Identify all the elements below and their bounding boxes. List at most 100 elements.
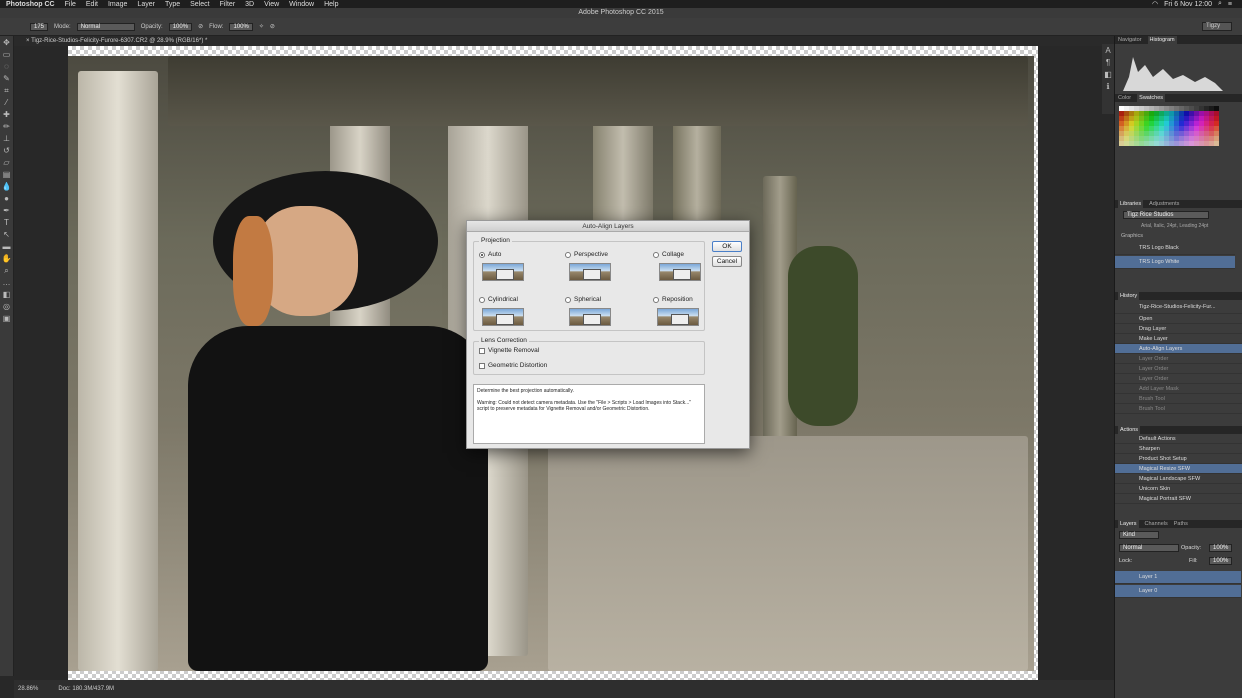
character-panel-icon[interactable]: A [1103, 46, 1113, 56]
checkbox-box[interactable] [479, 362, 485, 369]
zoom-level[interactable]: 28.86% [18, 680, 38, 698]
tab-color[interactable]: Color [1118, 94, 1131, 102]
history-state-item[interactable]: Layer Order [1115, 364, 1242, 374]
crop-tool-icon[interactable]: ⌗ [2, 86, 12, 96]
pressure-size-icon[interactable]: ⊘ [270, 23, 275, 30]
history-state-item[interactable]: Add Layer Mask [1115, 384, 1242, 394]
geometric-distortion-checkbox[interactable]: Geometric Distortion [479, 362, 547, 369]
radio-dot[interactable] [479, 251, 485, 258]
doc-size[interactable]: Doc: 180.3M/437.9M [58, 680, 114, 698]
fill-field[interactable]: 100% [1209, 557, 1233, 565]
radio-dot[interactable] [479, 296, 485, 303]
menu-list-icon[interactable]: ≡ [1228, 1, 1232, 8]
history-state-item[interactable]: Make Layer [1115, 334, 1242, 344]
pen-tool-icon[interactable]: ✒ [2, 206, 12, 216]
mode-select[interactable]: Normal [76, 22, 135, 31]
library-font-style[interactable]: Arial, Italic, 24pt, Leading 24pt [1141, 223, 1208, 229]
history-snapshot[interactable]: Tigz-Rice-Studios-Felicity-Fur... [1115, 300, 1242, 314]
menu-filter[interactable]: Filter [220, 1, 236, 8]
radio-dot[interactable] [565, 251, 571, 258]
tab-histogram[interactable]: Histogram [1147, 36, 1177, 44]
radio-auto[interactable]: Auto [479, 251, 501, 258]
properties-panel-icon[interactable]: ◧ [1103, 70, 1113, 80]
blend-mode-select[interactable]: Normal [1119, 544, 1179, 552]
brush-size-field[interactable]: 175 [30, 22, 49, 31]
history-state-item[interactable]: Drag Layer [1115, 324, 1242, 334]
blur-tool-icon[interactable]: 💧 [2, 182, 12, 192]
tab-adjustments[interactable]: Adjustments [1149, 200, 1179, 208]
radio-perspective[interactable]: Perspective [565, 251, 608, 258]
eraser-tool-icon[interactable]: ▱ [2, 158, 12, 168]
color-swatches-icon[interactable]: ◧ [2, 290, 12, 300]
history-state-item[interactable]: Brush Tool [1115, 394, 1242, 404]
document-tab[interactable]: × Tigz-Rice-Studios-Felicity-Furore-6307… [14, 36, 1114, 46]
shape-tool-icon[interactable]: ▬ [2, 242, 12, 252]
tab-history[interactable]: History [1118, 292, 1140, 300]
tab-actions[interactable]: Actions [1118, 426, 1141, 434]
layer-row[interactable]: Layer 1 [1115, 571, 1241, 584]
radio-dot[interactable] [653, 251, 659, 258]
wifi-icon[interactable]: ◠ [1152, 0, 1158, 8]
history-state-item[interactable]: Open [1115, 314, 1242, 324]
radio-collage[interactable]: Collage [653, 251, 684, 258]
action-item[interactable]: Magical Portrait SFW [1115, 494, 1242, 504]
action-item[interactable]: Unicorn Skin [1115, 484, 1242, 494]
history-state-item[interactable]: Layer Order [1115, 374, 1242, 384]
path-select-tool-icon[interactable]: ↖ [2, 230, 12, 240]
menu-select[interactable]: Select [190, 1, 209, 8]
pressure-opacity-icon[interactable]: ⊘ [198, 23, 203, 30]
library-select[interactable]: Tigz Rice Studios [1123, 211, 1209, 219]
radio-dot[interactable] [653, 296, 659, 303]
dodge-tool-icon[interactable]: ● [2, 194, 12, 204]
hand-tool-icon[interactable]: ✋ [2, 254, 12, 264]
action-item[interactable]: Magical Landscape SFW [1115, 474, 1242, 484]
swatch-grid[interactable] [1115, 102, 1242, 150]
airbrush-icon[interactable]: ✧ [259, 23, 264, 30]
healing-tool-icon[interactable]: ✚ [2, 110, 12, 120]
tab-paths[interactable]: Paths [1174, 520, 1188, 528]
flow-field[interactable]: 100% [229, 22, 253, 31]
menu-layer[interactable]: Layer [137, 1, 155, 8]
stamp-tool-icon[interactable]: ⊥ [2, 134, 12, 144]
action-item[interactable]: Default Actions [1115, 434, 1242, 444]
opacity-field[interactable]: 100% [168, 22, 193, 31]
action-item[interactable]: Product Shot Setup [1115, 454, 1242, 464]
history-state-item[interactable]: Brush Tool [1115, 404, 1242, 414]
workspace-select[interactable]: Tigzy [1202, 22, 1232, 31]
layer-row[interactable]: Layer 0 [1115, 585, 1241, 598]
tab-layers[interactable]: Layers [1118, 520, 1139, 528]
menu-edit[interactable]: Edit [86, 1, 98, 8]
radio-reposition[interactable]: Reposition [653, 296, 693, 303]
lasso-tool-icon[interactable]: ◌ [2, 62, 12, 72]
tab-libraries[interactable]: Libraries [1118, 200, 1144, 208]
radio-dot[interactable] [565, 296, 571, 303]
marquee-tool-icon[interactable]: ▭ [2, 50, 12, 60]
search-icon[interactable]: ⌕ [1218, 0, 1222, 8]
menu-window[interactable]: Window [289, 1, 314, 8]
menu-image[interactable]: Image [108, 1, 127, 8]
quick-mask-icon[interactable]: ◎ [2, 302, 12, 312]
tab-channels[interactable]: Channels [1145, 520, 1168, 528]
paragraph-panel-icon[interactable]: ¶ [1103, 58, 1113, 68]
checkbox-box[interactable] [479, 347, 485, 354]
tab-navigator[interactable]: Navigator [1118, 36, 1142, 44]
action-item[interactable]: Sharpen [1115, 444, 1242, 454]
layer-filter-kind[interactable]: Kind [1119, 531, 1159, 539]
menu-3d[interactable]: 3D [245, 1, 254, 8]
zoom-tool-icon[interactable]: ⌕ [2, 266, 12, 276]
type-tool-icon[interactable]: T [2, 218, 12, 228]
more-tools-icon[interactable]: … [2, 278, 12, 288]
tab-swatches[interactable]: Swatches [1137, 94, 1166, 102]
clock[interactable]: Fri 6 Nov 12:00 [1164, 1, 1212, 8]
screen-mode-icon[interactable]: ▣ [2, 314, 12, 324]
app-name[interactable]: Photoshop CC [6, 1, 55, 8]
radio-cylindrical[interactable]: Cylindrical [479, 296, 518, 303]
swatch[interactable] [1214, 141, 1219, 146]
history-state-item[interactable]: Auto-Align Layers [1115, 344, 1242, 354]
brush-tool-icon[interactable]: ✏ [2, 122, 12, 132]
library-graphic-item[interactable]: TRS Logo Black [1115, 242, 1235, 255]
library-graphic-item[interactable]: TRS Logo White [1115, 256, 1235, 269]
vignette-removal-checkbox[interactable]: Vignette Removal [479, 347, 539, 354]
eyedropper-tool-icon[interactable]: ⁄ [2, 98, 12, 108]
cancel-button[interactable]: Cancel [712, 256, 742, 267]
